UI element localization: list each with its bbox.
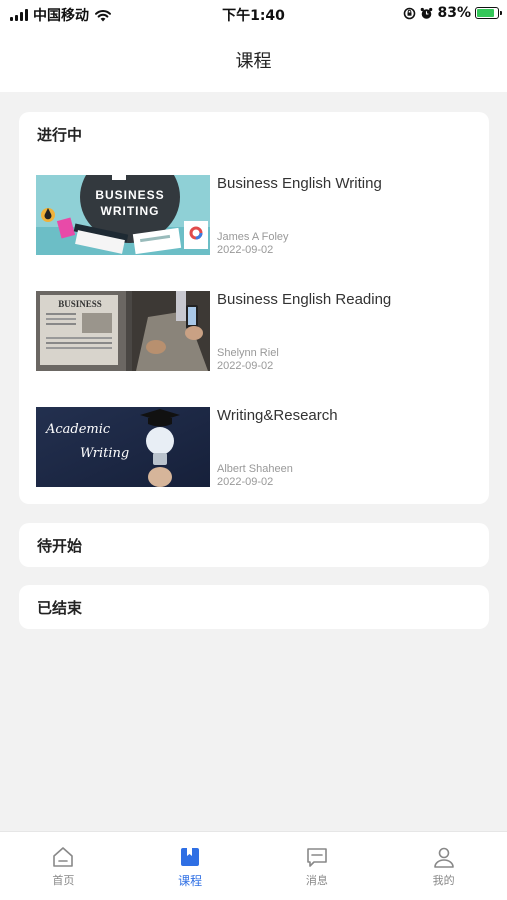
course-title: Business English Reading bbox=[217, 291, 392, 308]
page-title: 课程 bbox=[235, 51, 272, 72]
course-item-writing-research[interactable]: Academic Writing Writing&Research Albert… bbox=[36, 407, 476, 488]
course-thumbnail: BUSINESS WRITING bbox=[36, 175, 210, 255]
course-date: 2022-09-02 bbox=[217, 244, 274, 256]
battery-charging-icon bbox=[475, 7, 502, 19]
in-progress-card: 进行中 BUSINESS WRITING Business English Wr… bbox=[19, 112, 489, 504]
thumb-newspaper-title: BUSINESS bbox=[58, 299, 102, 309]
in-progress-title: 进行中 bbox=[37, 125, 83, 144]
message-icon bbox=[307, 848, 327, 867]
tab-label: 首页 bbox=[52, 874, 75, 887]
course-title: Writing&Research bbox=[217, 407, 338, 424]
upcoming-header: 待开始 bbox=[19, 523, 489, 567]
tab-profile[interactable]: 我的 bbox=[380, 832, 507, 900]
tab-bar: 首页 课程 消息 我的 bbox=[0, 831, 507, 900]
course-teacher: Shelynn Riel bbox=[217, 347, 279, 359]
alarm-icon bbox=[421, 7, 433, 19]
tab-label: 消息 bbox=[305, 874, 328, 887]
thumb-title-line2: Writing bbox=[80, 446, 129, 461]
course-teacher: Albert Shaheen bbox=[217, 463, 293, 475]
battery-percent: 83% bbox=[437, 5, 471, 21]
ended-title: 已结束 bbox=[37, 598, 83, 617]
profile-icon bbox=[433, 847, 454, 868]
tab-label: 课程 bbox=[178, 874, 203, 888]
course-info: Business English Writing James A Foley 2… bbox=[217, 175, 476, 256]
in-progress-header[interactable]: 进行中 bbox=[19, 112, 489, 156]
tab-home[interactable]: 首页 bbox=[0, 832, 127, 900]
thumb-title-line1: BUSINESS bbox=[95, 188, 164, 202]
tab-messages[interactable]: 消息 bbox=[254, 832, 381, 900]
home-icon bbox=[53, 847, 74, 867]
course-teacher: James A Foley bbox=[217, 231, 289, 243]
nav-header: 课程 bbox=[0, 28, 507, 92]
course-date: 2022-09-02 bbox=[217, 476, 274, 488]
course-thumbnail: Academic Writing bbox=[36, 407, 210, 487]
course-title: Business English Writing bbox=[217, 175, 382, 192]
ended-header: 已结束 bbox=[19, 585, 489, 629]
upcoming-card[interactable]: 待开始 bbox=[19, 523, 489, 567]
tab-courses[interactable]: 课程 bbox=[127, 832, 254, 900]
course-info: Writing&Research Albert Shaheen 2022-09-… bbox=[217, 407, 476, 488]
rotation-lock-icon bbox=[404, 7, 416, 19]
upcoming-title: 待开始 bbox=[37, 536, 83, 555]
status-bar: 中国移动 下午1:40 83% bbox=[0, 0, 507, 28]
tab-label: 我的 bbox=[432, 874, 455, 887]
bookmark-book-icon bbox=[181, 848, 200, 866]
thumb-title-line2: WRITING bbox=[101, 204, 160, 218]
thumb-title-line1: Academic bbox=[45, 422, 111, 437]
course-info: Business English Reading Shelynn Riel 20… bbox=[217, 291, 476, 372]
course-date: 2022-09-02 bbox=[217, 360, 274, 372]
course-item-business-reading[interactable]: BUSINESS Business English Reading Shelyn… bbox=[36, 291, 476, 372]
course-thumbnail: BUSINESS bbox=[36, 291, 210, 371]
ended-card[interactable]: 已结束 bbox=[19, 585, 489, 629]
status-right: 83% bbox=[403, 5, 502, 21]
course-item-business-writing[interactable]: BUSINESS WRITING Business English Writin… bbox=[36, 175, 476, 256]
